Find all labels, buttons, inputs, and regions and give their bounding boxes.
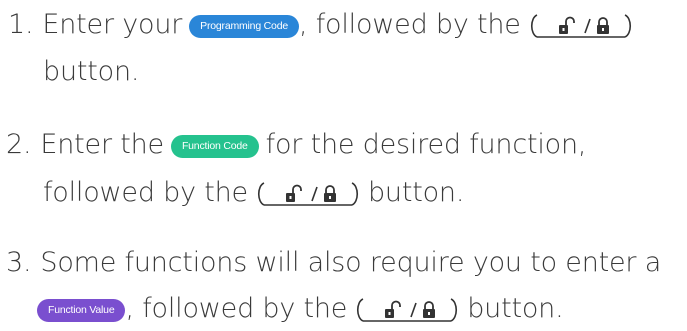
step-2-line-2: followed by the button. [43,173,464,213]
step-text: Enter the [40,129,164,160]
step-3-line-1: 3. Some functions will also require you … [6,243,661,283]
lock-icon [323,185,336,202]
function-code-pill: Function Code [170,134,259,158]
step-3-line-2: Function Value , followed by the button. [37,289,564,329]
step-text: for the desired function, [265,129,587,160]
unlock-icon [558,16,575,34]
step-text: followed by the [43,177,248,208]
lock-icon [596,17,609,34]
step-text: Some functions will also require you to … [40,247,662,278]
lock-unlock-button [353,298,461,322]
unlock-icon [285,184,302,202]
step-number: 2. [6,129,32,160]
step-1-line-2: button. [43,52,139,92]
lock-unlock-button [527,14,635,38]
function-value-pill: Function Value [37,298,126,322]
step-text: button. [467,293,564,324]
lock-icon [423,301,436,318]
step-2-line-1: 2. Enter the Function Code for the desir… [6,125,586,165]
step-text: , followed by the [298,9,521,40]
step-text: button. [367,177,465,208]
step-number: 3. [6,247,32,278]
lock-unlock-button [254,182,362,206]
step-text: , followed by the [125,293,348,324]
unlock-icon [385,300,402,318]
step-1-line-1: 1. Enter your Programming Code , followe… [8,5,641,45]
programming-code-pill: Programming Code [189,14,299,38]
step-text: Enter your [42,9,183,40]
step-text: button. [43,56,140,87]
step-number: 1. [8,9,34,40]
